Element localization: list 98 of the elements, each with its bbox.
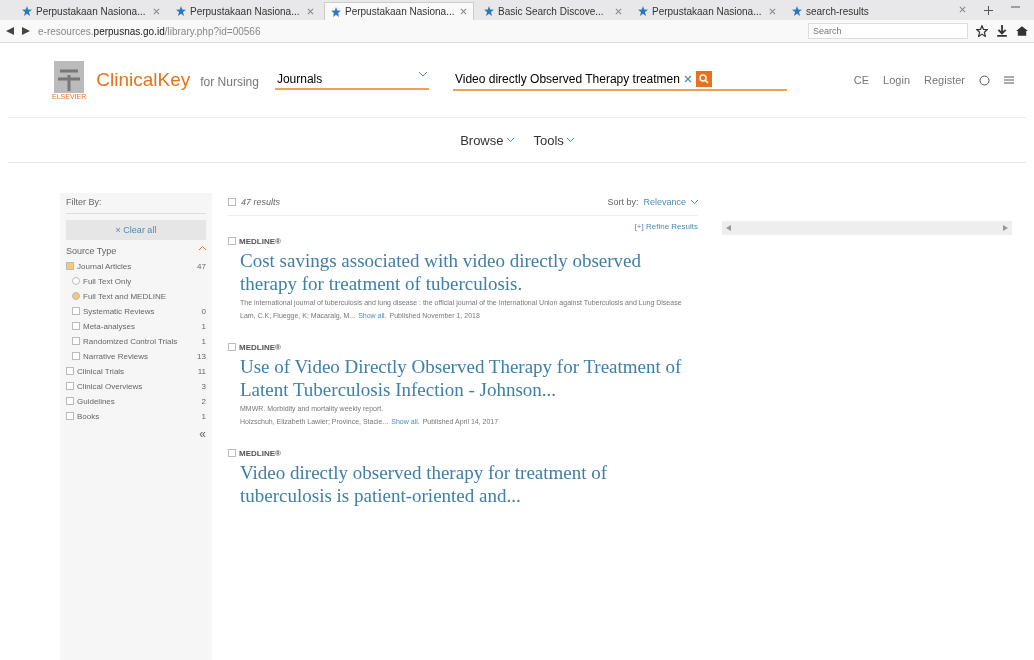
checkbox[interactable]: [66, 412, 74, 420]
star-icon: [22, 6, 32, 16]
radio-button[interactable]: [72, 292, 80, 300]
search-icon: [698, 74, 709, 84]
browser-tab[interactable]: Perpustakaan Nasiona...: [170, 2, 320, 20]
header-link[interactable]: Login: [883, 74, 911, 86]
header-link[interactable]: Register: [924, 74, 965, 86]
query-field[interactable]: Video directly Observed Therapy treatmen: [452, 69, 787, 91]
forward-icon[interactable]: [22, 27, 30, 35]
filter-count: 1: [201, 322, 206, 331]
caret-icon: [506, 138, 514, 142]
search-button[interactable]: [695, 71, 712, 87]
result-count: 47 results: [241, 197, 281, 207]
star-icon: [176, 6, 186, 16]
caret-icon: [418, 72, 427, 77]
close-icon[interactable]: [153, 7, 160, 15]
caret-icon[interactable]: [199, 246, 206, 250]
nav-menu[interactable]: Tools: [533, 132, 574, 148]
search-field[interactable]: Search: [808, 23, 968, 39]
nav-menu[interactable]: Browse: [460, 132, 514, 148]
scroll-right-icon[interactable]: [1003, 225, 1008, 231]
checkbox[interactable]: [228, 198, 236, 206]
brand-suffix: for Nursing: [200, 75, 259, 89]
filter-label: Clinical Overviews: [77, 382, 144, 391]
section-title: Source Type: [66, 246, 118, 256]
browser-tab[interactable]: Perpustakaan Nasiona...: [632, 2, 782, 20]
checkbox[interactable]: [66, 397, 74, 405]
close-icon[interactable]: [460, 8, 467, 15]
filter-label: Full Text Only: [83, 277, 133, 286]
checkbox[interactable]: [228, 343, 236, 351]
scroll-left-icon[interactable]: [726, 225, 731, 231]
checkbox[interactable]: [66, 367, 74, 375]
radio-button[interactable]: [72, 277, 80, 285]
filter-label: Narrative Reviews: [83, 352, 149, 361]
filter-label: Guidelines: [77, 397, 116, 406]
filter-label: Books: [77, 412, 101, 421]
back-icon[interactable]: [6, 27, 14, 35]
clear-all-button[interactable]: × Clear all: [66, 220, 206, 240]
filter-label: Meta-analyses: [83, 322, 137, 331]
filter-label: Full Text and MEDLINE: [83, 292, 167, 301]
caret-icon: [691, 200, 698, 204]
header-link[interactable]: CE: [853, 74, 870, 86]
checkbox[interactable]: [72, 307, 80, 315]
filter-count: 47: [197, 262, 206, 271]
browser-tab[interactable]: search-results: [786, 2, 936, 20]
checkbox[interactable]: [228, 237, 236, 245]
filter-label: Clinical Trials: [77, 367, 126, 376]
browser-tab[interactable]: Basic Search Discove...: [478, 2, 628, 20]
horizontal-scrollbar[interactable]: [722, 221, 1012, 235]
close-icon[interactable]: [769, 7, 776, 15]
menu-icon[interactable]: [1004, 75, 1014, 85]
checkbox[interactable]: [72, 337, 80, 345]
filter-count: 11: [197, 367, 206, 376]
star-icon: [484, 6, 494, 16]
sort-dropdown[interactable]: Relevance: [643, 197, 686, 207]
star-icon: [638, 6, 648, 16]
download-icon[interactable]: [996, 25, 1008, 37]
close-icon[interactable]: [959, 5, 966, 13]
star-icon: [792, 6, 802, 16]
checkbox[interactable]: [66, 262, 74, 270]
collapse-icon[interactable]: «: [199, 427, 206, 441]
filter-count: 0: [201, 307, 206, 316]
checkbox[interactable]: [72, 322, 80, 330]
filter-count: 2: [201, 397, 206, 406]
close-icon[interactable]: [307, 7, 314, 15]
source-label: MEDLINE®: [239, 237, 281, 246]
browser-tab[interactable]: Perpustakaan Nasiona...: [16, 2, 166, 20]
filter-title: Filter By:: [66, 197, 206, 214]
refine-link[interactable]: [+] Refine Results: [634, 222, 698, 231]
close-icon[interactable]: [615, 7, 622, 15]
checkbox[interactable]: [228, 449, 236, 457]
filter-count: 3: [201, 382, 206, 391]
source-label: MEDLINE®: [239, 449, 281, 458]
home-icon[interactable]: [1016, 25, 1028, 37]
caret-icon: [566, 138, 574, 142]
new-tab-icon[interactable]: [984, 5, 993, 15]
filter-label: Randomized Control Trials: [83, 337, 179, 346]
filter-label: Systematic Reviews: [83, 307, 156, 316]
filter-count: 1: [201, 412, 206, 421]
star-icon: [331, 6, 341, 17]
address-field[interactable]: e-resources.perpusnas.go.id/library.php?id=00566: [38, 25, 261, 37]
minimize-icon[interactable]: [1011, 5, 1020, 8]
browser-tab[interactable]: Perpustakaan Nasiona...: [324, 2, 474, 20]
result-title[interactable]: Video directly observed therapy for treatment of tuberculosis is patient-oriented and...: [228, 461, 698, 507]
tree-logo-icon: [52, 60, 87, 93]
checkbox[interactable]: [66, 382, 74, 390]
result-title[interactable]: Use of Video Directly Observed Therapy for Treatment of Latent Tuberculosis Infection - Johnson...: [228, 355, 698, 401]
filter-label: Journal Articles: [77, 262, 133, 271]
star-icon[interactable]: [976, 25, 988, 37]
checkbox[interactable]: [72, 352, 80, 360]
close-icon[interactable]: [683, 75, 692, 83]
source-label: MEDLINE®: [239, 343, 281, 352]
brand-name: ClinicalKey: [96, 69, 191, 91]
result-title[interactable]: Cost savings associated with video directly observed therapy for treatment of tuberculosis.: [228, 249, 698, 295]
filter-count: 13: [197, 352, 206, 361]
filter-count: 1: [201, 337, 206, 346]
sort-label: Sort by:: [607, 197, 639, 207]
scope-dropdown[interactable]: Journals: [274, 70, 429, 90]
